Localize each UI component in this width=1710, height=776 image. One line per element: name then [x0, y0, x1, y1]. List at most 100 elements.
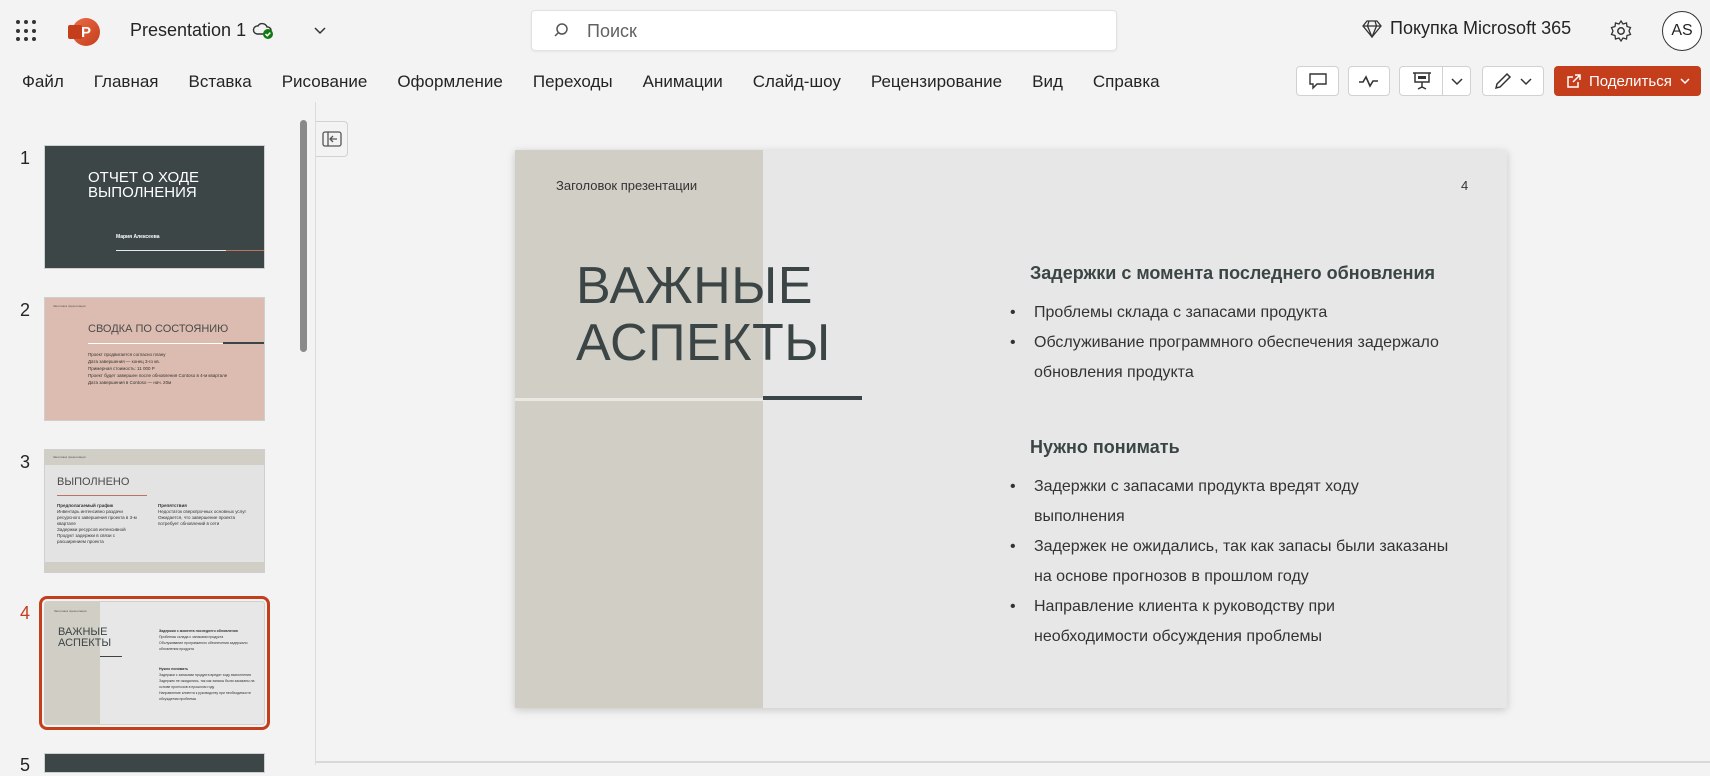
gear-icon[interactable] [1609, 19, 1633, 43]
thumb-title: ОТЧЕТ О ХОДЕ ВЫПОЛНЕНИЯ [88, 169, 200, 201]
slide-rule-dark [763, 396, 862, 400]
thumb-line: Проект будет завершен после обновления C… [88, 373, 228, 378]
chevron-down-icon[interactable] [312, 22, 328, 38]
thumb-rule [100, 656, 122, 657]
tab-view[interactable]: Вид [1032, 72, 1063, 92]
search-icon [554, 23, 568, 37]
comments-button[interactable] [1296, 66, 1339, 96]
share-label: Поделиться [1589, 72, 1672, 90]
avatar[interactable]: AS [1662, 11, 1702, 51]
thumb-line: Направление клиента к руководству при не… [159, 691, 251, 701]
thumb-rule [88, 343, 223, 344]
slide-thumbnail-1[interactable]: ОТЧЕТ О ХОДЕ ВЫПОЛНЕНИЯ Мария Алексеева [44, 145, 265, 269]
chevron-down-icon [1520, 78, 1532, 86]
catch-up-button[interactable] [1348, 66, 1390, 96]
bullet-list: Проблемы склада с запасами продукта Обсл… [1010, 298, 1450, 388]
slide-number: 5 [20, 755, 31, 775]
share-icon [1567, 74, 1581, 88]
tab-insert[interactable]: Вставка [189, 72, 252, 92]
thumb-title: ВАЖНЫЕ АСПЕКТЫ [58, 626, 112, 649]
powerpoint-logo-icon: P [68, 18, 100, 46]
section-delays[interactable]: Задержки с момента последнего обновления… [1010, 263, 1450, 388]
diamond-icon [1362, 19, 1382, 38]
editing-mode-button[interactable] [1482, 66, 1544, 96]
slide-rule-light [515, 398, 763, 401]
slide-number: 4 [20, 603, 31, 623]
bullet-item: Задержек не ожидались, так как запасы бы… [1010, 532, 1450, 592]
tab-design[interactable]: Оформление [397, 72, 503, 92]
chevron-down-icon[interactable] [1450, 74, 1464, 88]
bullet-item: Проблемы склада с запасами продукта [1010, 298, 1450, 328]
section-title: Задержки с момента последнего обновления [1030, 263, 1436, 283]
bottom-divider [316, 761, 1710, 763]
menu-tabs: Файл Главная Вставка Рисование Оформлени… [22, 72, 1190, 92]
present-button[interactable] [1399, 66, 1471, 96]
slide-number: 2 [20, 300, 31, 320]
thumb-col2: Препятствия Недостаток сверхпрочных осно… [158, 503, 248, 527]
slide-thumbnail-5[interactable] [44, 753, 265, 773]
thumb-author: Мария Алексеева [116, 234, 160, 240]
thumb-title: ВЫПОЛНЕНО [57, 476, 130, 488]
thumb-body: Задержки с момента последнего обновления… [159, 628, 259, 702]
search-input[interactable] [587, 19, 1087, 43]
slide-left-panel [515, 150, 763, 708]
slide-number: 3 [20, 452, 31, 472]
app-launcher-icon[interactable] [16, 20, 38, 42]
section-title: Нужно понимать [1030, 437, 1180, 457]
thumb-line: Дата завершения — конец 3-го кв. [88, 359, 160, 364]
thumb-line: Задержек не ожидались, так как запасы бы… [159, 679, 255, 689]
tab-animations[interactable]: Анимации [643, 72, 723, 92]
thumb-header: Заголовок презентации [54, 609, 87, 613]
activity-icon [1359, 75, 1378, 88]
cloud-saved-icon[interactable] [252, 20, 274, 40]
thumb-line: Инвентарь интенсивно раздачи ресурсного … [57, 509, 137, 526]
comment-icon [1308, 73, 1327, 90]
thumb-line: Обслуживание программного обеспечения за… [159, 641, 248, 651]
thumb-line: Ожидается, что завершение проекта потреб… [158, 515, 236, 526]
document-title[interactable]: Presentation 1 [130, 20, 246, 41]
thumb-leftpanel [45, 602, 100, 724]
thumb-title: СВОДКА ПО СОСТОЯНИЮ [88, 323, 229, 335]
bullet-item: Обслуживание программного обеспечения за… [1010, 328, 1450, 388]
thumb-rule [57, 495, 147, 496]
chevron-down-icon [1680, 78, 1690, 85]
thumb-body: Проект продвигается согласно плану Дата … [88, 351, 228, 386]
tab-transitions[interactable]: Переходы [533, 72, 613, 92]
slide-page-number[interactable]: 4 [1461, 178, 1468, 193]
thumb-header: Заголовок презентации [53, 304, 86, 308]
bullet-list: Задержки с запасами продукта вредят ходу… [1010, 472, 1450, 652]
slide-header-text[interactable]: Заголовок презентации [556, 178, 697, 193]
thumb-rule [116, 250, 226, 251]
thumb-line: Задержки ресурсов интенсивной Продукт за… [57, 527, 126, 544]
collapse-pane-icon [321, 131, 342, 147]
thumb-header: Заголовок презентации [53, 455, 86, 459]
slide-number: 1 [20, 148, 31, 168]
tab-file[interactable]: Файл [22, 72, 64, 92]
slide-canvas[interactable]: Заголовок презентации 4 ВАЖНЫЕ АСПЕКТЫ З… [515, 150, 1507, 708]
thumb-line: Проект продвигается согласно плану [88, 352, 166, 357]
thumb-rule-dark [223, 342, 264, 344]
slide-thumbnail-4[interactable]: Заголовок презентации ВАЖНЫЕ АСПЕКТЫ Зад… [39, 596, 270, 730]
tab-slideshow[interactable]: Слайд-шоу [753, 72, 841, 92]
thumbnail-scrollbar[interactable] [300, 120, 307, 352]
collapse-thumbnails-button[interactable] [316, 121, 348, 157]
tab-draw[interactable]: Рисование [282, 72, 368, 92]
buy-microsoft-365-link[interactable]: Покупка Microsoft 365 [1362, 18, 1571, 39]
presenter-icon [1413, 72, 1431, 90]
thumb-rule-accent [226, 250, 264, 251]
thumb-col1: Предполагаемый график Инвентарь интенсив… [57, 503, 142, 545]
bullet-item: Направление клиента к руководству при не… [1010, 592, 1450, 652]
slide-title-line: АСПЕКТЫ [576, 314, 831, 372]
share-button[interactable]: Поделиться [1554, 66, 1701, 96]
section-understand[interactable]: Нужно понимать Задержки с запасами проду… [1010, 437, 1450, 652]
slide-thumbnail-3[interactable]: Заголовок презентации ВЫПОЛНЕНО Предпола… [44, 449, 265, 573]
slide-title[interactable]: ВАЖНЫЕ АСПЕКТЫ [576, 258, 831, 372]
thumb-bottomband [45, 562, 264, 572]
tab-help[interactable]: Справка [1093, 72, 1160, 92]
tab-review[interactable]: Рецензирование [871, 72, 1002, 92]
search-box[interactable] [531, 10, 1117, 51]
pencil-icon [1494, 72, 1512, 90]
tab-home[interactable]: Главная [94, 72, 159, 92]
title-bar: P Presentation 1 Покупка Microsoft 365 A… [0, 0, 1710, 62]
slide-thumbnail-2[interactable]: Заголовок презентации СВОДКА ПО СОСТОЯНИ… [44, 297, 265, 421]
